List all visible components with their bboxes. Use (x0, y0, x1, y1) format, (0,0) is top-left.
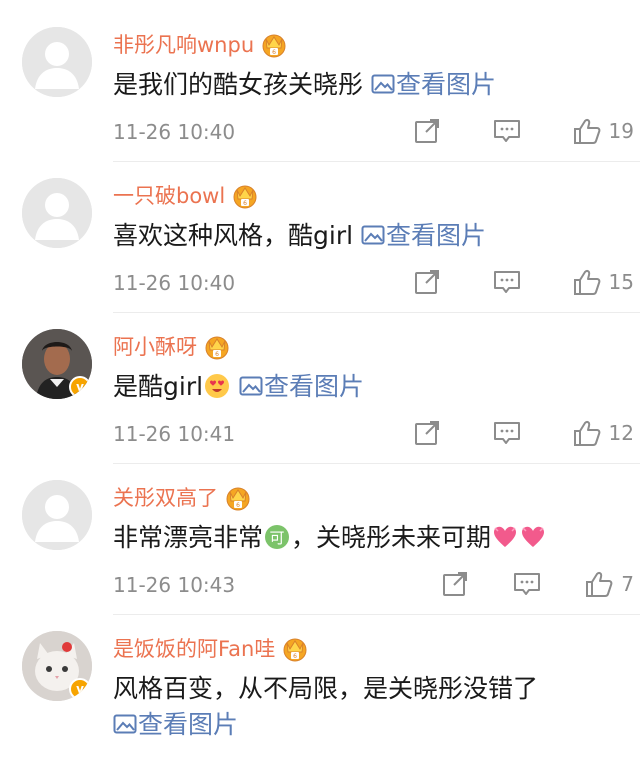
timestamp: 11-26 10:40 (113, 271, 236, 295)
like-count: 19 (608, 119, 634, 143)
username[interactable]: 关彤双高了 (113, 485, 218, 511)
username-row: 非彤凡响wnpu (113, 31, 288, 59)
view-image-link[interactable]: 查看图片 (361, 221, 486, 250)
timestamp: 11-26 10:40 (113, 120, 236, 144)
comment-icon[interactable] (493, 268, 521, 296)
like-count: 7 (621, 572, 634, 596)
heart-emoji-icon (522, 526, 545, 547)
username[interactable]: 阿小酥呀 (113, 334, 197, 360)
comment-actions: 19 (413, 117, 634, 145)
like-button[interactable]: 19 (573, 117, 634, 145)
comment-item: 非彤凡响wnpu 是我们的酷女孩关晓彤 查看图片 11-26 10:40 19 (0, 0, 640, 162)
verified-badge: v (69, 678, 91, 700)
picture-icon (113, 713, 137, 735)
picture-icon (371, 73, 395, 95)
default-avatar-icon (22, 27, 92, 97)
picture-icon (361, 224, 385, 246)
default-avatar-icon (22, 480, 92, 550)
username-row: 是饭饭的阿Fan哇 (113, 635, 309, 663)
comment-body: 喜欢这种风格，酷girl (113, 221, 354, 250)
avatar[interactable] (22, 480, 92, 550)
like-icon (573, 268, 601, 296)
timestamp: 11-26 10:41 (113, 422, 236, 446)
heart-emoji-icon (494, 526, 517, 547)
comment-item: 一只破bowl 喜欢这种风格，酷girl 查看图片 11-26 10:40 15 (0, 151, 640, 313)
like-button[interactable]: 15 (573, 268, 634, 296)
crown-badge-icon (224, 484, 252, 512)
share-icon[interactable] (413, 117, 441, 145)
comment-actions: 15 (413, 268, 634, 296)
comment-body: 是酷girl (113, 372, 204, 401)
default-avatar-icon (22, 178, 92, 248)
heart-eyes-emoji-icon (205, 374, 230, 398)
view-image-label: 查看图片 (138, 710, 239, 739)
username[interactable]: 非彤凡响wnpu (113, 32, 254, 58)
like-icon (573, 117, 601, 145)
view-image-label: 查看图片 (386, 221, 487, 250)
comment-text: 喜欢这种风格，酷girl 查看图片 (113, 218, 630, 254)
ke-approve-emoji-icon: 可 (265, 525, 290, 549)
like-count: 12 (608, 421, 634, 445)
picture-icon (239, 375, 263, 397)
comment-icon[interactable] (513, 570, 541, 598)
username-row: 关彤双高了 (113, 484, 252, 512)
comment-actions: 7 (441, 570, 634, 598)
avatar[interactable] (22, 178, 92, 248)
crown-badge-icon (260, 31, 288, 59)
svg-text:可: 可 (270, 529, 285, 547)
like-icon (585, 570, 613, 598)
comment-text: 是酷girl 查看图片 (113, 369, 630, 405)
comment-icon[interactable] (493, 117, 521, 145)
comment-item: v 是饭饭的阿Fan哇 风格百变，从不局限，是关晓彤没错了 查看图片 (0, 604, 640, 758)
like-icon (573, 419, 601, 447)
like-button[interactable]: 12 (573, 419, 634, 447)
comment-body: 是我们的酷女孩关晓彤 (113, 70, 364, 99)
comment-item: v 阿小酥呀 是酷girl 查看图片 11-26 10:41 12 (0, 302, 640, 464)
comment-text: 非常漂亮非常 可 ，关晓彤未来可期 (113, 520, 630, 556)
share-icon[interactable] (413, 419, 441, 447)
username-row: 一只破bowl (113, 182, 259, 210)
share-icon[interactable] (413, 268, 441, 296)
username[interactable]: 是饭饭的阿Fan哇 (113, 636, 275, 662)
timestamp: 11-26 10:43 (113, 573, 236, 597)
comment-body-part2: ，关晓彤未来可期 (291, 523, 492, 552)
like-count: 15 (608, 270, 634, 294)
share-icon[interactable] (441, 570, 469, 598)
crown-badge-icon (231, 182, 259, 210)
comment-item: 关彤双高了 非常漂亮非常 可 ，关晓彤未来可期 11-26 10:43 7 (0, 453, 640, 615)
comment-body: 风格百变，从不局限，是关晓彤没错了 (113, 674, 539, 703)
comment-body-part1: 非常漂亮非常 (113, 523, 264, 552)
verified-badge: v (69, 376, 91, 398)
like-button[interactable]: 7 (585, 570, 634, 598)
view-image-label: 查看图片 (264, 372, 365, 401)
view-image-link[interactable]: 查看图片 (239, 372, 364, 401)
username[interactable]: 一只破bowl (113, 183, 225, 209)
crown-badge-icon (203, 333, 231, 361)
avatar[interactable]: v (22, 631, 92, 701)
avatar[interactable] (22, 27, 92, 97)
username-row: 阿小酥呀 (113, 333, 231, 361)
comment-icon[interactable] (493, 419, 521, 447)
avatar[interactable]: v (22, 329, 92, 399)
view-image-link[interactable]: 查看图片 (113, 710, 238, 739)
crown-badge-icon (281, 635, 309, 663)
view-image-link[interactable]: 查看图片 (371, 70, 496, 99)
comment-actions: 12 (413, 419, 634, 447)
view-image-label: 查看图片 (395, 70, 496, 99)
comment-text: 是我们的酷女孩关晓彤 查看图片 (113, 67, 630, 103)
comment-text: 风格百变，从不局限，是关晓彤没错了 查看图片 (113, 671, 623, 743)
